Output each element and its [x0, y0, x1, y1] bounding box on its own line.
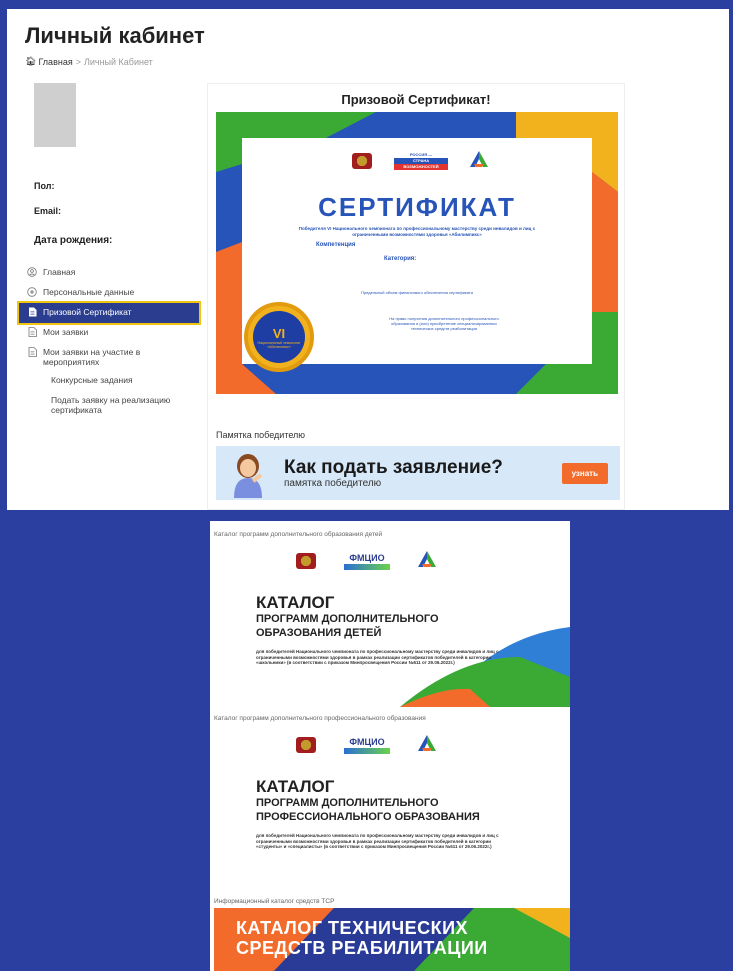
certificate-purpose-text: На право получения дополнительного профе…	[389, 316, 499, 331]
breadcrumb: 🏠︎ Главная > Личный Кабинет	[25, 56, 153, 67]
home-icon: 🏠︎	[25, 56, 37, 66]
gear-icon	[27, 287, 37, 297]
medal-number: VI	[272, 325, 286, 341]
memo-person-illustration	[226, 448, 270, 498]
championship-medal: VI Национальный чемпионат «Абилимпикс»	[244, 302, 314, 372]
sidebar-item-prize-certificate[interactable]: Призовой Сертификат	[17, 301, 201, 325]
catalog-children-label: Каталог программ дополнительного образов…	[214, 531, 383, 538]
sidebar-item-submit-certificate-request[interactable]: Подать заявку на реализацию сертификата	[19, 391, 199, 419]
learn-more-button[interactable]: узнать	[561, 462, 608, 484]
certificate-subtitle: Победителя VI Национального чемпионата п…	[298, 226, 536, 237]
tsr-title-line-1: КАТАЛОГ ТЕХНИЧЕСКИХ	[236, 918, 469, 938]
russia-opportunities-logo: РОССИЯ — СТРАНА ВОЗМОЖНОСТЕЙ	[394, 148, 448, 174]
breadcrumb-home-label: Главная	[38, 56, 73, 67]
catalog-title-big: КАТАЛОГ	[256, 777, 335, 796]
catalog-description: для победителей Национального чемпионата…	[256, 649, 499, 665]
tsr-title-line-2: СРЕДСТВ РЕАБИЛИТАЦИИ	[236, 938, 488, 958]
certificate-section-title: Призовой Сертификат!	[341, 92, 491, 107]
finance-text: Предельный объем финансового обеспечения…	[361, 290, 473, 295]
sidebar-item-label: Призовой Сертификат	[43, 307, 132, 317]
document-icon	[27, 347, 37, 357]
breadcrumb-separator: >	[75, 56, 81, 67]
catalog-professional-label: Каталог программ дополнительного професс…	[214, 715, 426, 722]
page-title: Личный кабинет	[25, 23, 205, 48]
catalog-logos: ФМЦИО	[296, 551, 436, 571]
catalog-title-line-1: ПРОГРАММ ДОПОЛНИТЕЛЬНОГО	[256, 613, 439, 625]
sidebar-item-label: Персональные данные	[43, 287, 135, 297]
abilympics-logo-icon	[418, 735, 436, 755]
catalog-description: для победителей Национального чемпионата…	[256, 833, 499, 849]
sidebar-menu: Главная Персональные данные Призовой Сер…	[17, 263, 201, 419]
fmcio-logo: ФМЦИО	[344, 737, 390, 754]
competence-label: Компетенция	[316, 242, 356, 248]
logo-text-3: ВОЗМОЖНОСТЕЙ	[394, 164, 448, 170]
sidebar-item-label: Мои заявки	[43, 327, 89, 337]
user-circle-icon	[27, 267, 37, 277]
tsr-catalog-banner[interactable]: КАТАЛОГ ТЕХНИЧЕСКИХ СРЕДСТВ РЕАБИЛИТАЦИИ	[214, 908, 570, 971]
ministry-emblem-icon	[352, 153, 372, 169]
category-label: Категория:	[384, 256, 417, 262]
memo-banner[interactable]: Как подать заявление? памятка победителю…	[216, 446, 620, 500]
fmcio-text: ФМЦИО	[349, 552, 385, 563]
memo-subtitle: памятка победителю	[284, 477, 382, 489]
memo-label: Памятка победителю	[216, 430, 306, 440]
birthdate-label: Дата рождения:	[34, 235, 113, 246]
sidebar-item-label: Главная	[43, 267, 76, 277]
catalog-title-line-2: ОБРАЗОВАНИЯ ДЕТЕЙ	[256, 627, 382, 639]
sidebar-item-label: Мои заявки на участие в мероприятиях	[43, 347, 141, 367]
certificate-logos: РОССИЯ — СТРАНА ВОЗМОЖНОСТЕЙ	[352, 148, 488, 174]
catalog-title-big: КАТАЛОГ	[256, 593, 335, 612]
abilympics-logo-icon	[470, 151, 488, 171]
certificate-image[interactable]: РОССИЯ — СТРАНА ВОЗМОЖНОСТЕЙ СЕРТИФИКАТ …	[216, 112, 618, 394]
catalog-logos: ФМЦИО	[296, 735, 436, 755]
catalogs-panel: Каталог программ дополнительного образов…	[210, 521, 570, 971]
certificate-section: Призовой Сертификат! РОССИЯ — СТРАНА ВОЗ…	[207, 83, 625, 510]
gender-label: Пол:	[34, 181, 55, 191]
sidebar-item-event-applications[interactable]: Мои заявки на участие в мероприятиях	[19, 343, 199, 371]
catalog-children-card[interactable]: ФМЦИО КАТАЛОГ ПРОГРАММ ДОПОЛНИТЕЛЬНОГО О…	[214, 543, 570, 707]
catalog-title-line-2: ПРОФЕССИОНАЛЬНОГО ОБРАЗОВАНИЯ	[256, 811, 480, 823]
medal-text: Национальный чемпионат «Абилимпикс»	[257, 340, 301, 349]
sidebar-item-my-applications[interactable]: Мои заявки	[19, 323, 199, 343]
ministry-emblem-icon	[296, 553, 316, 569]
abilympics-logo-icon	[418, 551, 436, 571]
sidebar-item-home[interactable]: Главная	[19, 263, 199, 283]
fmcio-logo: ФМЦИО	[344, 553, 390, 570]
email-label: Email:	[34, 206, 62, 216]
ministry-emblem-icon	[296, 737, 316, 753]
memo-title: Как подать заявление?	[284, 456, 503, 478]
certificate-heading: СЕРТИФИКАТ	[318, 192, 516, 222]
document-icon	[27, 327, 37, 337]
sidebar-item-label: Подать заявку на реализацию сертификата	[51, 395, 171, 415]
sidebar-item-personal-data[interactable]: Персональные данные	[19, 283, 199, 303]
sidebar-item-contest-tasks[interactable]: Конкурсные задания	[19, 371, 199, 391]
fmcio-text: ФМЦИО	[349, 736, 385, 747]
catalog-professional-card[interactable]: ФМЦИО КАТАЛОГ ПРОГРАММ ДОПОЛНИТЕЛЬНОГО П…	[214, 727, 570, 891]
breadcrumb-current: Личный Кабинет	[83, 56, 153, 67]
account-panel: Личный кабинет 🏠︎ Главная > Личный Кабин…	[7, 9, 729, 510]
sidebar-item-label: Конкурсные задания	[51, 375, 133, 385]
document-icon	[27, 307, 37, 317]
breadcrumb-home-link[interactable]: 🏠︎ Главная	[25, 56, 73, 67]
tsr-catalog-label: Информационный каталог средств ТСР	[214, 898, 335, 905]
catalog-title-line-1: ПРОГРАММ ДОПОЛНИТЕЛЬНОГО	[256, 797, 439, 809]
avatar	[34, 83, 76, 147]
